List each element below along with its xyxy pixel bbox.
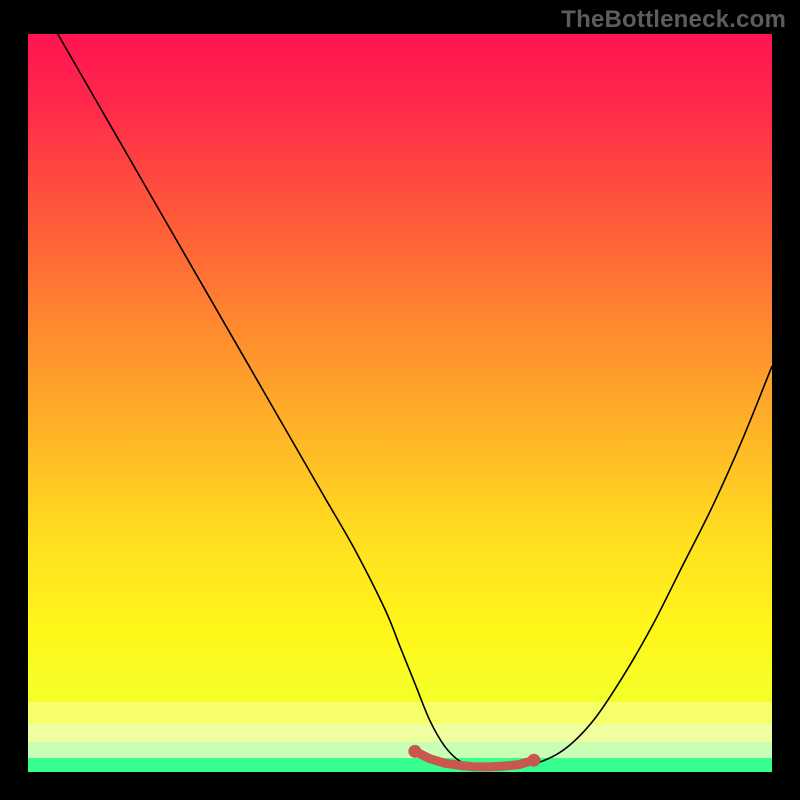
watermark-text: TheBottleneck.com <box>561 6 786 34</box>
marker-endpoint <box>408 745 421 758</box>
plot-area <box>28 34 772 772</box>
optimal-marker-band <box>408 745 540 767</box>
marker-stroke <box>415 751 534 766</box>
bottleneck-curve <box>58 34 772 768</box>
marker-endpoint <box>527 754 540 767</box>
chart-stage: TheBottleneck.com <box>0 0 800 800</box>
curve-layer <box>28 34 772 772</box>
